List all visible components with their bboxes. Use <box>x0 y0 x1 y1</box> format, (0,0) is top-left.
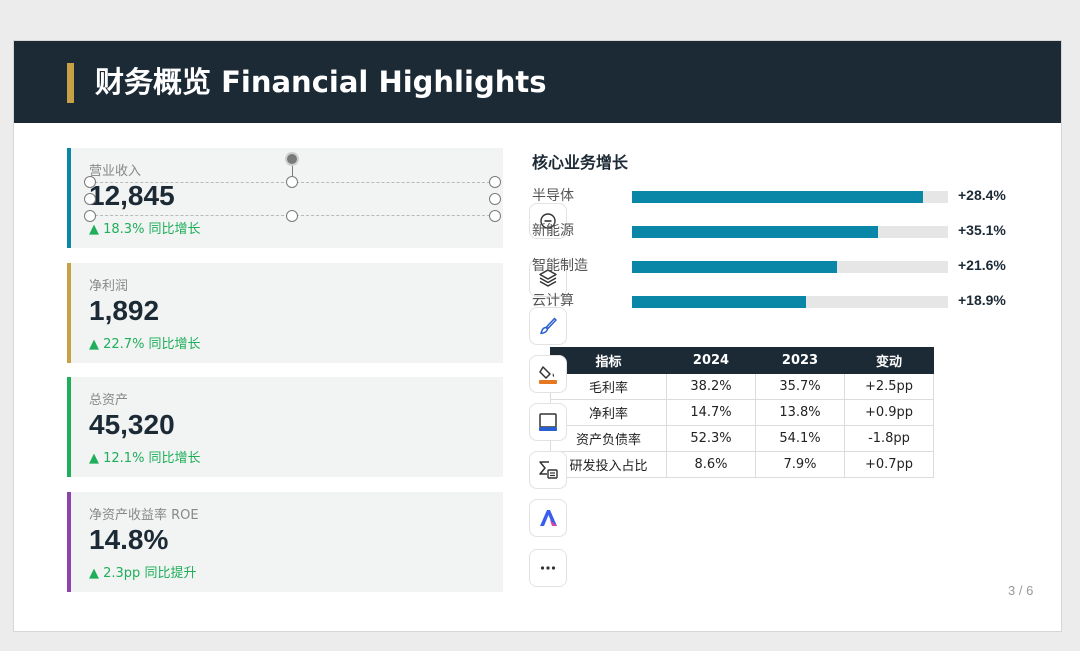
table-cell: 14.7% <box>666 399 756 426</box>
table-cell: 净利率 <box>550 399 667 426</box>
table-cell: 35.7% <box>755 373 845 400</box>
kpi-value[interactable]: 12,845 <box>89 180 175 212</box>
toolbar-display-button[interactable] <box>529 403 567 441</box>
bar-fill <box>632 296 806 308</box>
kpi-label: 净资产收益率 ROE <box>89 508 199 523</box>
resize-handle-left[interactable] <box>84 193 96 205</box>
table-cell: 7.9% <box>755 451 845 478</box>
toolbar-formula-button[interactable] <box>529 451 567 489</box>
table-cell: 资产负债率 <box>550 425 667 452</box>
table-row: 研发投入占比 8.6% 7.9% +0.7pp <box>550 451 934 478</box>
header-accent-bar <box>67 63 74 103</box>
table-cell: 38.2% <box>666 373 756 400</box>
table-header-row: 指标 2024 2023 变动 <box>550 347 934 374</box>
kpi-label: 净利润 <box>89 279 129 294</box>
table-cell: 13.8% <box>755 399 845 426</box>
slide-header: 财务概览 Financial Highlights <box>14 41 1061 123</box>
slide: 财务概览 Financial Highlights 营业收入 12,845 ▲ … <box>13 40 1062 632</box>
kpi-label: 营业收入 <box>89 164 142 179</box>
more-icon <box>539 559 557 577</box>
kpi-value: 14.8% <box>89 524 169 555</box>
bar-category-label: 云计算 <box>532 293 574 309</box>
kpi-value: 45,320 <box>89 409 175 440</box>
bar-fill <box>632 226 879 238</box>
table-cell: 52.3% <box>666 425 756 452</box>
table-cell: +0.7pp <box>844 451 934 478</box>
formula-icon <box>537 459 559 481</box>
bar-category-label: 半导体 <box>532 188 574 204</box>
kpi-change: ▲ 12.1% 同比增长 <box>89 451 201 466</box>
growth-chart-title: 核心业务增长 <box>532 153 629 172</box>
kpi-accent-bar <box>67 492 71 592</box>
resize-handle-bottom-right[interactable] <box>489 210 501 222</box>
table-cell: +2.5pp <box>844 373 934 400</box>
resize-handle-right[interactable] <box>489 193 501 205</box>
table-cell: 54.1% <box>755 425 845 452</box>
slide-title[interactable]: 财务概览 Financial Highlights <box>95 63 546 101</box>
resize-handle-bottom[interactable] <box>286 210 298 222</box>
toolbar-ai-button[interactable] <box>529 499 567 537</box>
kpi-accent-bar <box>67 148 71 248</box>
kpi-card-roe[interactable]: 净资产收益率 ROE 14.8% ▲ 2.3pp 同比提升 <box>67 492 503 592</box>
table-cell: 研发投入占比 <box>550 451 667 478</box>
kpi-change: ▲ 18.3% 同比增长 <box>89 222 201 237</box>
resize-handle-top-right[interactable] <box>489 176 501 188</box>
bar-category-label: 新能源 <box>532 223 574 239</box>
resize-handle-top[interactable] <box>286 176 298 188</box>
kpi-card-revenue[interactable]: 营业收入 12,845 ▲ 18.3% 同比增长 <box>67 148 503 248</box>
kpi-card-net-profit[interactable]: 净利润 1,892 ▲ 22.7% 同比增长 <box>67 263 503 363</box>
bar-value-label: +35.1% <box>958 222 1006 238</box>
bar-track <box>632 226 948 238</box>
kpi-accent-bar <box>67 377 71 477</box>
kpi-value: 1,892 <box>89 295 160 326</box>
bar-category-label: 智能制造 <box>532 258 588 274</box>
kpi-accent-bar <box>67 263 71 363</box>
monitor-icon <box>537 411 559 433</box>
page-number: 3 / 6 <box>1008 583 1034 598</box>
toolbar-brush-button[interactable] <box>529 307 567 345</box>
bar-value-label: +21.6% <box>958 257 1006 273</box>
bar-value-label: +18.9% <box>958 292 1006 308</box>
table-header-cell: 指标 <box>550 347 667 374</box>
kpi-change: ▲ 2.3pp 同比提升 <box>89 566 197 581</box>
table-cell: -1.8pp <box>844 425 934 452</box>
toolbar-more-button[interactable] <box>529 549 567 587</box>
bar-track <box>632 261 948 273</box>
table-row: 净利率 14.7% 13.8% +0.9pp <box>550 399 934 426</box>
kpi-card-total-assets[interactable]: 总资产 45,320 ▲ 12.1% 同比增长 <box>67 377 503 477</box>
table-row: 毛利率 38.2% 35.7% +2.5pp <box>550 373 934 400</box>
kpi-label: 总资产 <box>89 393 129 408</box>
bar-track <box>632 296 948 308</box>
table-cell: +0.9pp <box>844 399 934 426</box>
table-row: 资产负债率 52.3% 54.1% -1.8pp <box>550 425 934 452</box>
ai-logo-icon <box>537 507 559 529</box>
bar-value-label: +28.4% <box>958 187 1006 203</box>
resize-handle-top-left[interactable] <box>84 176 96 188</box>
bar-fill <box>632 261 838 273</box>
kpi-change: ▲ 22.7% 同比增长 <box>89 337 201 352</box>
table-cell: 毛利率 <box>550 373 667 400</box>
financial-metrics-table[interactable]: 指标 2024 2023 变动 毛利率 38.2% 35.7% +2.5pp 净… <box>550 347 934 478</box>
table-header-cell: 变动 <box>844 347 934 374</box>
toolbar-fill-button[interactable] <box>529 355 567 393</box>
fill-bucket-icon <box>537 363 559 385</box>
table-header-cell: 2023 <box>755 347 845 374</box>
bar-track <box>632 191 948 203</box>
table-header-cell: 2024 <box>666 347 756 374</box>
table-cell: 8.6% <box>666 451 756 478</box>
resize-handle-bottom-left[interactable] <box>84 210 96 222</box>
brush-icon <box>538 316 558 336</box>
bar-fill <box>632 191 923 203</box>
rotate-handle[interactable] <box>285 152 299 166</box>
